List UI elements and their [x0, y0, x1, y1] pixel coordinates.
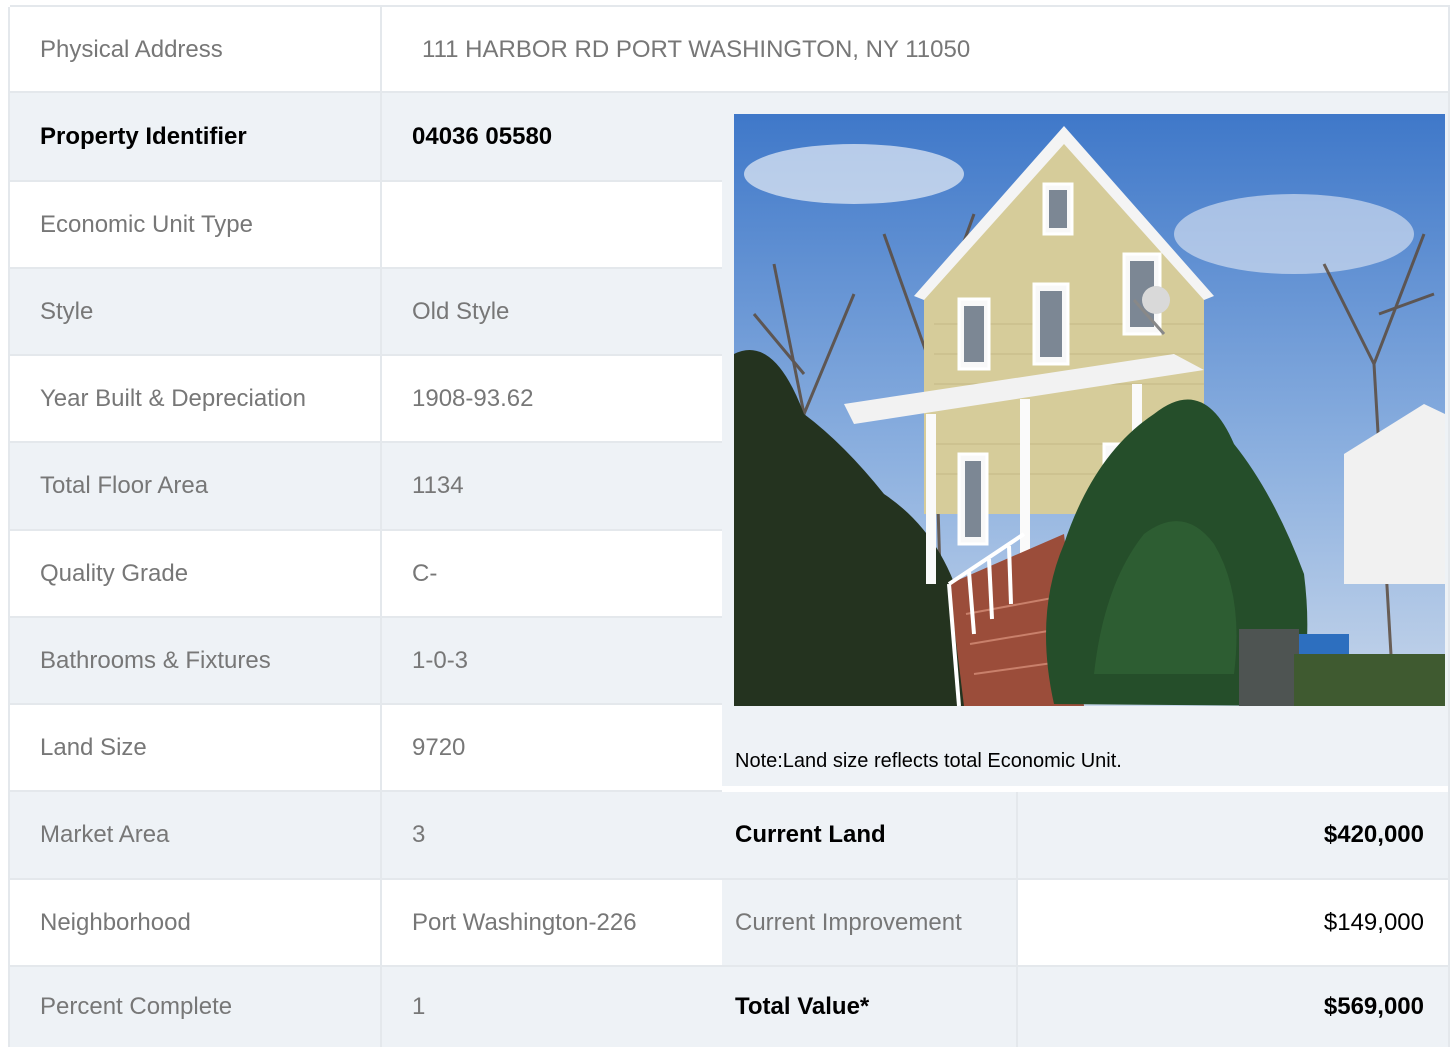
detail-label-cell: Property Identifier: [10, 93, 380, 180]
detail-value-cell: Port Washington-226: [382, 880, 722, 965]
row-divider: [10, 703, 722, 705]
detail-value-cell: 1: [382, 967, 722, 1047]
column-divider: [8, 7, 10, 1047]
row-divider: [10, 878, 1450, 880]
bathrooms-label: Bathrooms & Fixtures: [40, 646, 271, 674]
land-size-label: Land Size: [40, 733, 147, 761]
detail-label-cell: Neighborhood: [10, 880, 380, 965]
valuation-value-cell: $569,000: [1018, 967, 1450, 1047]
detail-label-cell: Year Built & Depreciation: [10, 356, 380, 441]
neighborhood-value: Port Washington-226: [412, 908, 637, 936]
current-land-label: Current Land: [735, 821, 886, 848]
market-area-label: Market Area: [40, 821, 170, 848]
detail-label-cell: Market Area: [10, 792, 380, 878]
current-improvement-label: Current Improvement: [735, 908, 962, 936]
photo-panel: Note:Land size reflects total Economic U…: [722, 93, 1450, 786]
detail-label-cell: Percent Complete: [10, 967, 380, 1047]
quality-grade-value: C-: [412, 559, 438, 587]
year-built-label: Year Built & Depreciation: [40, 384, 306, 412]
detail-value-cell: 1-0-3: [382, 618, 722, 703]
quality-grade-label: Quality Grade: [40, 559, 189, 587]
detail-label-cell: Style: [10, 269, 380, 354]
row-divider: [10, 267, 722, 269]
property-record: Physical Address 111 HARBOR RD PORT WASH…: [8, 5, 1450, 1047]
valuation-label-cell: Current Land: [722, 792, 1016, 878]
row-divider: [10, 441, 722, 443]
property-identifier-label: Property Identifier: [40, 122, 247, 150]
row-divider: [10, 180, 722, 182]
column-divider: [380, 7, 382, 1047]
total-floor-area-value: 1134: [412, 472, 464, 499]
percent-complete-value: 1: [412, 993, 426, 1020]
column-divider: [1016, 792, 1018, 1047]
style-label: Style: [40, 297, 94, 325]
property-photo: [734, 114, 1445, 706]
market-area-value: 3: [412, 821, 426, 848]
detail-label-cell: Land Size: [10, 705, 380, 790]
detail-value-cell: 9720: [382, 705, 722, 790]
address-value: 111 HARBOR RD PORT WASHINGTON, NY 11050: [422, 36, 971, 63]
property-identifier-value: 04036 05580: [412, 122, 553, 150]
detail-value-cell: 1134: [382, 443, 722, 529]
bathrooms-value: 1-0-3: [412, 646, 469, 674]
detail-value-cell: Old Style: [382, 269, 722, 354]
detail-value-cell: 04036 05580: [382, 93, 722, 180]
total-value-label: Total Value*: [735, 993, 870, 1020]
detail-value-cell: 3: [382, 792, 722, 878]
current-improvement-value: $149,000: [1323, 908, 1424, 936]
row-divider: [10, 965, 1450, 967]
row-divider: [10, 790, 722, 792]
detail-label-cell: Economic Unit Type: [10, 182, 380, 267]
total-floor-area-label: Total Floor Area: [40, 472, 209, 499]
land-size-value: 9720: [412, 733, 466, 761]
row-divider: [10, 529, 722, 531]
address-value-cell: 111 HARBOR RD PORT WASHINGTON, NY 11050: [382, 7, 1450, 93]
detail-value-cell: C-: [382, 531, 722, 616]
row-divider: [10, 616, 722, 618]
address-label: Physical Address: [40, 36, 223, 63]
valuation-value-cell: $420,000: [1018, 792, 1450, 878]
detail-label-cell: Bathrooms & Fixtures: [10, 618, 380, 703]
year-built-value: 1908-93.62: [412, 384, 534, 412]
current-land-value: $420,000: [1323, 821, 1424, 848]
total-value-value: $569,000: [1323, 993, 1424, 1020]
economic-unit-type-label: Economic Unit Type: [40, 210, 253, 238]
detail-label-cell: Quality Grade: [10, 531, 380, 616]
detail-value-cell: 1908-93.62: [382, 356, 722, 441]
detail-value-cell: [382, 182, 722, 267]
row-divider: [10, 91, 1450, 93]
row-divider: [10, 354, 722, 356]
style-value: Old Style: [412, 297, 510, 325]
land-size-note: Note:Land size reflects total Economic U…: [735, 750, 1122, 772]
valuation-label-cell: Current Improvement: [722, 880, 1016, 965]
row-divider: [10, 5, 1450, 7]
neighborhood-label: Neighborhood: [40, 908, 191, 936]
address-label-cell: Physical Address: [10, 7, 380, 93]
valuation-value-cell: $149,000: [1018, 880, 1450, 965]
valuation-label-cell: Total Value*: [722, 967, 1016, 1047]
detail-label-cell: Total Floor Area: [10, 443, 380, 529]
house-image: [734, 114, 1445, 706]
percent-complete-label: Percent Complete: [40, 993, 233, 1020]
